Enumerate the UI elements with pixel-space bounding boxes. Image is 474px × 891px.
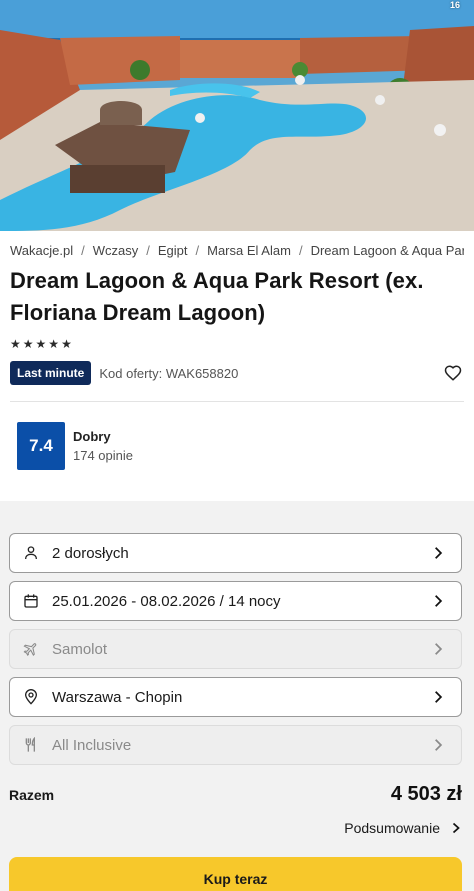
star-icon: ★ (48, 337, 60, 351)
dates-value: 25.01.2026 - 08.02.2026 / 14 nocy (52, 592, 281, 610)
chevron-right-icon (435, 643, 443, 655)
total-label: Razem (9, 786, 55, 803)
breadcrumb-separator: / (81, 242, 85, 258)
location-pin-icon (24, 689, 38, 705)
hotel-title: Dream Lagoon & Aqua Park Resort (ex. Flo… (10, 268, 424, 325)
rating-label: Dobry (73, 429, 111, 444)
dates-selector[interactable]: 25.01.2026 - 08.02.2026 / 14 nocy (9, 581, 462, 621)
calendar-icon (24, 594, 38, 608)
cutlery-icon (25, 737, 35, 752)
breadcrumb-item[interactable]: Wczasy (93, 243, 139, 258)
star-icon: ★ (10, 337, 21, 351)
chevron-right-icon (435, 691, 443, 703)
buy-now-button[interactable]: Kup teraz (9, 857, 462, 891)
breadcrumb-separator: / (298, 242, 303, 258)
hotel-photo-illustration (0, 0, 474, 231)
breadcrumb-item[interactable]: Egipt (158, 243, 188, 258)
board-selector[interactable]: All Inclusive (9, 725, 462, 765)
hotel-photo[interactable]: 16 (0, 0, 474, 231)
breadcrumb: Wakacje.pl / Wczasy / Egipt / Marsa El A… (10, 241, 464, 259)
summary-link[interactable]: Podsumowanie (9, 820, 462, 836)
breadcrumb-item-current: Dream Lagoon & Aqua Park Resort (310, 242, 464, 258)
hotel-header: Wakacje.pl / Wczasy / Egipt / Marsa El A… (0, 231, 474, 501)
photo-count: 16 (449, 0, 460, 10)
star-icon: ★ (35, 337, 47, 351)
travelers-value: 2 dorosłych (52, 544, 129, 562)
star-icon: ★ (61, 337, 72, 351)
breadcrumb-separator: / (195, 242, 200, 258)
total-row: Razem 4 503 zł (9, 783, 462, 806)
transport-selector[interactable]: Samolot (9, 629, 462, 669)
travelers-selector[interactable]: 2 dorosłych (9, 533, 462, 573)
heart-icon[interactable] (444, 364, 462, 382)
airplane-icon (23, 643, 37, 657)
buy-now-label: Kup teraz (203, 871, 268, 887)
offer-row: Last minute Kod oferty: WAK658820 (10, 361, 464, 385)
last-minute-badge: Last minute (10, 361, 92, 385)
star-icon: ★ (22, 337, 34, 351)
breadcrumb-item[interactable]: Marsa El Alam (207, 243, 291, 258)
price-summary: Razem 4 503 zł Podsumowanie (9, 783, 462, 836)
rating-text: Dobry 174 opinie (73, 429, 133, 463)
breadcrumb-item[interactable]: Wakacje.pl (10, 243, 73, 258)
booking-options: 2 dorosłych 25.01.2026 - 08.02.2026 / 14… (0, 501, 474, 765)
transport-value: Samolot (52, 640, 108, 658)
board-value: All Inclusive (52, 736, 132, 754)
chevron-right-icon (435, 595, 443, 607)
total-price: 4 503 zł (390, 783, 462, 805)
rating-block[interactable]: 7.4 Dobry 174 opinie (17, 422, 464, 470)
offer-code: Kod oferty: WAK658820 (99, 365, 239, 381)
rating-score: 7.4 (17, 422, 65, 470)
departure-selector[interactable]: Warszawa - Chopin (9, 677, 462, 717)
star-rating: ★ ★ ★ ★ ★ (10, 337, 464, 351)
chevron-right-icon (452, 822, 460, 834)
breadcrumb-separator: / (146, 242, 150, 258)
chevron-right-icon (435, 739, 443, 751)
chevron-right-icon (435, 547, 443, 559)
summary-link-label: Podsumowanie (344, 820, 440, 836)
departure-value: Warszawa - Chopin (52, 688, 183, 706)
rating-count[interactable]: 174 opinie (73, 448, 133, 463)
person-icon (25, 546, 37, 560)
divider (10, 401, 464, 402)
